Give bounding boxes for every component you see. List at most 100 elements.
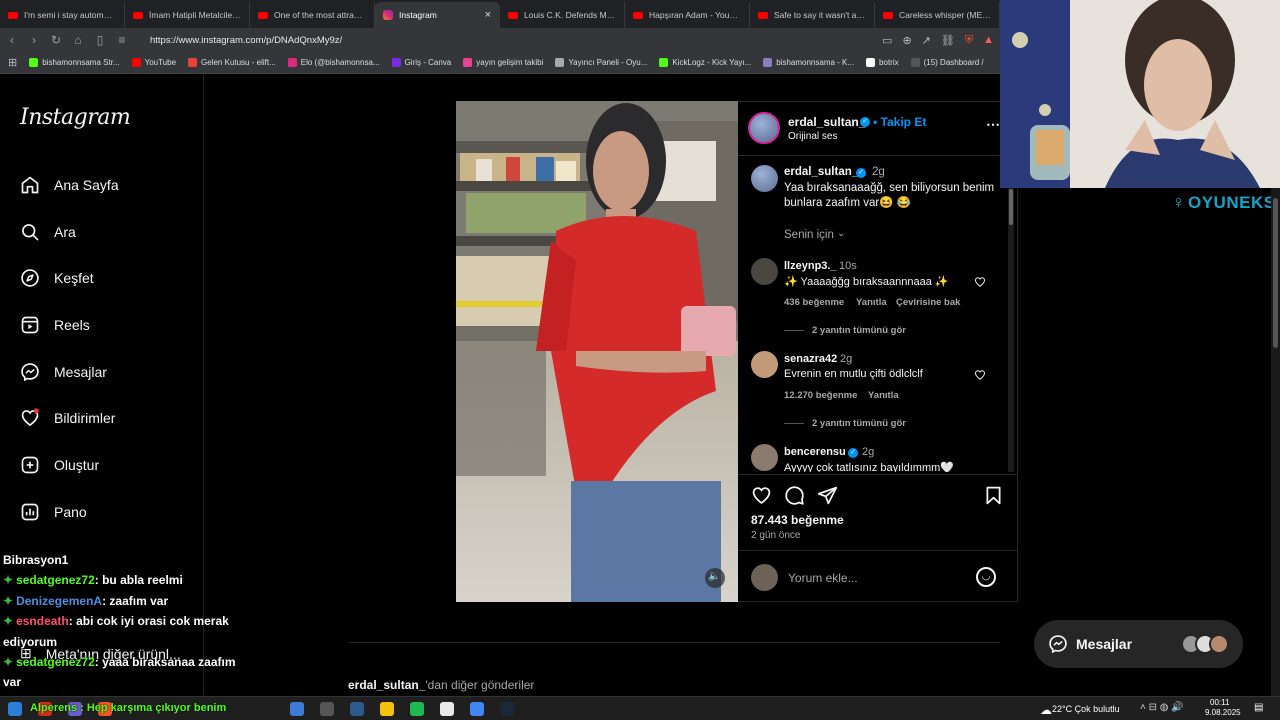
nav-messages[interactable]: Mesajlar	[20, 362, 107, 382]
browser-tab[interactable]: İmam Hatipli Metalciler VS	[125, 2, 250, 28]
for-you-label[interactable]: Senin için	[784, 229, 834, 241]
chrome-icon[interactable]	[470, 701, 484, 716]
brave-rewards-icon[interactable]: ▲	[983, 34, 994, 46]
chevron-down-icon[interactable]: ⌄	[837, 228, 845, 239]
bookmark-item[interactable]: Gelen Kutusu - elift...	[188, 58, 276, 67]
share-icon[interactable]: ↗	[922, 34, 931, 47]
bookmark-item[interactable]: Yayıncı Paneli - Oyu...	[555, 58, 647, 67]
home-icon[interactable]: ⌂	[72, 33, 84, 47]
comment-likes[interactable]: 12.270 beğenme	[784, 390, 857, 401]
tray-icons[interactable]: ˄ ⊟ ◍ 🔊	[1140, 702, 1184, 713]
comment-avatar[interactable]	[751, 258, 778, 285]
compass-icon	[21, 269, 39, 287]
start-icon[interactable]	[8, 701, 22, 716]
bookmark-item[interactable]: (15) Dashboard /	[910, 58, 984, 67]
nav-dashboard[interactable]: Pano	[20, 502, 87, 522]
youtube-icon	[8, 11, 18, 19]
reload-icon[interactable]: ↻	[50, 33, 62, 47]
steam-client-icon[interactable]	[500, 701, 514, 716]
back-icon[interactable]: ‹	[6, 33, 18, 47]
emoji-icon[interactable]: ◡	[976, 567, 996, 587]
bookmark-item[interactable]: YouTube	[131, 58, 176, 67]
epic-icon[interactable]	[320, 701, 334, 716]
comment-username[interactable]: senazra42	[784, 353, 837, 365]
bookmark-favicon-icon	[463, 58, 473, 67]
forward-icon[interactable]: ›	[28, 33, 40, 47]
comment-icon[interactable]	[784, 485, 805, 506]
browser-tab[interactable]: Safe to say it wasn't a cut	[750, 2, 875, 28]
brave-shield-icon[interactable]: ⛨	[965, 34, 973, 47]
url-field[interactable]: https://www.instagram.com/p/DNAdQnxMy9z/	[150, 35, 872, 46]
reply-button[interactable]: Yanıtla	[856, 297, 887, 308]
nav-create[interactable]: Oluştur	[20, 455, 99, 475]
browser-tab[interactable]: Careless whisper (MEOW	[875, 2, 1000, 28]
author-avatar[interactable]	[748, 112, 780, 144]
comments-scrollbar[interactable]	[1008, 187, 1014, 472]
audio-label[interactable]: Orijinal ses	[788, 131, 837, 142]
browser-tab[interactable]: Hapşıran Adam - YouTube	[625, 2, 750, 28]
bookmark-favicon-icon	[391, 58, 401, 67]
notifications-icon[interactable]: ▤	[1254, 702, 1263, 713]
browser-tab[interactable]: Instagram ×	[375, 2, 500, 28]
bookmark-item[interactable]: bishamonnsama Str...	[29, 58, 120, 67]
nav-search[interactable]: Ara	[20, 222, 76, 242]
link-icon[interactable]: ⛓	[941, 34, 955, 47]
like-icon[interactable]	[751, 485, 772, 506]
zoom-icon[interactable]: ⊕	[902, 34, 911, 47]
explorer-icon[interactable]	[290, 701, 304, 716]
more-options-icon[interactable]: ⋯	[986, 116, 1000, 133]
bookmark-item[interactable]: botrix	[866, 58, 899, 67]
more-posts-username[interactable]: erdal_sultan_	[348, 678, 425, 692]
like-count[interactable]: 87.443 beğenme	[751, 513, 844, 527]
xbox-icon[interactable]	[260, 702, 274, 716]
comment-avatar[interactable]	[751, 351, 778, 378]
comment-username[interactable]: llzeynp3._	[784, 260, 837, 272]
translate-button[interactable]: Çevirisine bak	[896, 297, 960, 308]
save-icon[interactable]	[983, 485, 1004, 506]
browser-tab[interactable]: One of the most attractive	[250, 2, 375, 28]
like-comment-icon[interactable]	[974, 276, 986, 288]
author-username[interactable]: erdal_sultan_	[788, 115, 865, 129]
caption-username[interactable]: erdal_sultan_	[784, 166, 858, 178]
files-icon[interactable]	[380, 701, 394, 716]
search-icon	[22, 224, 39, 241]
steam-icon[interactable]	[350, 701, 364, 716]
mute-icon[interactable]: 🔈	[708, 571, 720, 582]
reply-button[interactable]: Yanıtla	[868, 390, 899, 401]
bookmark-item[interactable]: bishamonnsama - K...	[763, 58, 854, 67]
instagram-logo[interactable]: Instagram	[20, 105, 131, 130]
nav-notifications[interactable]: Bildirimler	[20, 408, 115, 428]
share-icon[interactable]	[817, 485, 838, 506]
follow-button[interactable]: • Takip Et	[873, 115, 926, 129]
site-settings-icon[interactable]: ≡	[116, 33, 128, 47]
page-scrollbar[interactable]	[1271, 188, 1280, 696]
bookmark-icon[interactable]: ▯	[94, 33, 106, 47]
spotify-icon[interactable]	[410, 701, 424, 716]
messages-pill[interactable]: Mesajlar	[1034, 620, 1243, 668]
comment-input[interactable]: Yorum ekle...	[788, 571, 858, 585]
bookmark-item[interactable]: KickLogz - Kick Yayı...	[659, 58, 751, 67]
like-comment-icon[interactable]	[974, 369, 986, 381]
nav-explore[interactable]: Keşfet	[20, 268, 94, 288]
bookmark-item[interactable]: yayın gelişim takibi	[463, 58, 543, 67]
browser-tab[interactable]: I'm semi i stay automatic,	[0, 2, 125, 28]
cast-icon[interactable]: ▭	[882, 34, 892, 47]
close-tab-icon[interactable]: ×	[485, 9, 491, 21]
browser-tab[interactable]: Louis C.K. Defends Mastur	[500, 2, 625, 28]
nav-home[interactable]: Ana Sayfa	[20, 175, 119, 195]
view-replies-button[interactable]: 2 yanıtın tümünü gör	[812, 418, 906, 429]
comment-avatar[interactable]	[751, 444, 778, 471]
caption-avatar[interactable]	[751, 165, 778, 192]
chat-message: ✦ esndeath: abi cok iyi orasi cok merak e…	[3, 611, 253, 652]
apps-grid-icon[interactable]: ⊞	[8, 56, 17, 69]
bookmark-item[interactable]: Giriş - Canva	[391, 58, 451, 67]
page-scrollbar-thumb[interactable]	[1273, 198, 1278, 348]
post-video[interactable]: 🔈	[456, 101, 738, 602]
comment-likes[interactable]: 436 beğenme	[784, 297, 844, 308]
comment-username[interactable]: bencerensu	[784, 446, 846, 458]
view-replies-button[interactable]: 2 yanıtın tümünü gör	[812, 325, 906, 336]
nav-reels[interactable]: Reels	[20, 315, 90, 335]
bookmark-item[interactable]: Elo (@bishamonnsa...	[287, 58, 380, 67]
weather-text: 22°C Çok bulutlu	[1052, 704, 1120, 714]
notion-icon[interactable]	[440, 701, 454, 716]
